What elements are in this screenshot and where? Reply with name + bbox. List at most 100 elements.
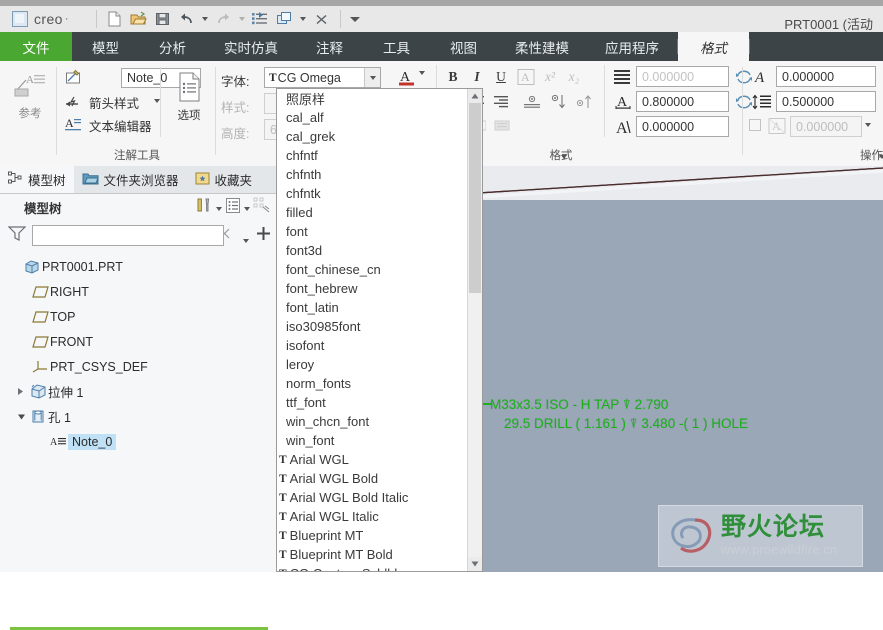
tree-columns-icon[interactable] [225,197,241,217]
tree-settings-icon[interactable] [195,197,213,217]
italic-button[interactable]: I [468,67,486,87]
font-option[interactable]: T Arial WGL [277,450,469,469]
align-right-icon[interactable] [492,92,512,112]
format-group-caret-icon[interactable] [561,155,567,159]
window-dropdown-caret-icon[interactable] [297,8,308,30]
tree-node-note[interactable]: A Note_0 [0,429,277,454]
arrow-style-label[interactable]: 箭头样式 [89,93,139,112]
plus-icon[interactable] [256,226,271,244]
font-option[interactable]: font_latin [277,298,469,317]
font-family-dropdown-list[interactable]: 照原样 cal_alf cal_grek chfntf chfnth chfnt… [276,88,483,572]
hole-note-annotation[interactable]: M33x3.5 ISO - H TAP ⍒ 2.790 29.5 DRILL (… [490,395,748,433]
anchor-down-icon[interactable] [548,92,570,112]
scroll-down-icon[interactable] [468,557,482,571]
model-tree-filter-input[interactable] [32,225,224,246]
tree-node-part[interactable]: PRT0001.PRT [0,254,277,279]
filter-icon[interactable] [7,225,27,245]
options-button[interactable]: 选项 [165,71,213,123]
font-option[interactable]: TCG Century Schlbk [277,564,469,571]
text-margin-icon[interactable]: A [767,116,787,136]
font-dropdown-scroll-thumb[interactable] [469,103,481,293]
font-color-icon[interactable]: A [396,67,418,88]
scroll-up-icon[interactable] [468,89,482,103]
open-file-icon[interactable] [127,8,149,30]
ribbon-tab-live-simulation[interactable]: 实时仿真 [206,32,296,61]
tree-expander-collapsed[interactable] [14,387,28,396]
window-icon[interactable] [273,8,295,30]
font-option[interactable]: cal_grek [277,127,469,146]
vertical-bottom-icon[interactable] [492,117,512,137]
font-option[interactable]: isofont [277,336,469,355]
chevron-down-icon[interactable] [243,232,249,246]
tree-expander-expanded[interactable] [14,413,28,421]
font-family-dropdown-button[interactable] [364,68,380,87]
tree-node-hole[interactable]: 孔 1 [0,404,277,429]
font-option[interactable]: T Arial WGL Bold [277,469,469,488]
subscript-button[interactable]: x₂ [564,67,584,87]
margin-caret-icon[interactable] [865,123,871,127]
ribbon-tab-model[interactable]: 模型 [72,32,139,61]
font-option[interactable]: font_chinese_cn [277,260,469,279]
anchor-up-icon[interactable] [574,92,596,112]
tree-node-csys[interactable]: PRT_CSYS_DEF [0,354,277,379]
save-icon[interactable] [151,8,173,30]
3d-viewport[interactable]: M33x3.5 ISO - H TAP ⍒ 2.790 29.5 DRILL (… [478,166,883,572]
tree-settings-caret-icon[interactable] [216,200,222,214]
navigator-tab-folder-browser[interactable]: 文件夹浏览器 [74,166,187,193]
font-option[interactable]: chfntf [277,146,469,165]
width-factor-input[interactable]: 0.800000 [636,91,729,112]
boxed-text-button[interactable]: A [516,67,536,87]
redo-icon[interactable] [212,8,234,30]
font-option[interactable]: T Arial WGL Bold Italic [277,488,469,507]
tree-columns-caret-icon[interactable] [244,200,250,214]
font-dropdown-scrollbar[interactable] [467,89,482,571]
slant-input[interactable]: 0.000000 [636,116,729,137]
ribbon-tab-view[interactable]: 视图 [430,32,497,61]
font-family-combo[interactable]: T CG Omega [264,67,381,88]
font-option[interactable]: T Arial WGL Italic [277,507,469,526]
superscript-button[interactable]: x² [540,67,560,87]
ribbon-tab-tools[interactable]: 工具 [363,32,430,61]
ribbon-tab-applications[interactable]: 应用程序 [587,32,677,61]
font-option[interactable]: iso30985font [277,317,469,336]
ribbon-tab-annotate[interactable]: 注释 [296,32,363,61]
font-option[interactable]: filled [277,203,469,222]
arrow-style-icon[interactable] [65,94,82,112]
tree-node-top[interactable]: TOP [0,304,277,329]
font-option[interactable]: T Blueprint MT Bold [277,545,469,564]
angle-input[interactable]: 0.000000 [776,66,876,87]
regenerate-icon[interactable] [249,8,271,30]
tree-filter-off-icon[interactable] [253,197,271,217]
tree-node-right[interactable]: RIGHT [0,279,277,304]
font-option[interactable]: ttf_font [277,393,469,412]
font-option[interactable]: T Blueprint MT [277,526,469,545]
references-button[interactable]: A 参考 [6,71,54,121]
text-editor-label[interactable]: 文本编辑器 [89,116,152,135]
undo-icon[interactable] [175,8,197,30]
font-option[interactable]: win_chcn_font [277,412,469,431]
font-option[interactable]: leroy [277,355,469,374]
font-option[interactable]: win_font [277,431,469,450]
ribbon-tab-file[interactable]: 文件 [0,32,72,61]
font-option[interactable]: cal_alf [277,108,469,127]
font-color-caret-icon[interactable] [419,71,425,75]
text-editor-icon[interactable]: A [65,116,82,135]
anchor-middle-icon[interactable] [522,92,542,112]
font-option[interactable]: chfntk [277,184,469,203]
note-edit-icon[interactable] [65,69,82,89]
operations-group-label[interactable]: 操作 [743,147,883,163]
ribbon-tab-flexible-modeling[interactable]: 柔性建模 [497,32,587,61]
operations-group-caret-icon[interactable] [879,155,883,159]
undo-dropdown-caret-icon[interactable] [199,8,210,30]
font-option[interactable]: font [277,222,469,241]
font-option[interactable]: font_hebrew [277,279,469,298]
line-spacing-input[interactable]: 0.000000 [636,66,729,87]
margin-checkbox[interactable] [749,119,761,131]
navigator-tab-favorites[interactable]: 收藏夹 [187,166,261,193]
ribbon-tab-format[interactable]: 格式 [678,32,749,61]
new-file-icon[interactable] [103,8,125,30]
thickness-input[interactable]: 0.500000 [776,91,876,112]
tree-node-extrude[interactable]: 拉伸 1 [0,379,277,404]
qat-overflow-icon[interactable] [349,8,360,30]
bold-button[interactable]: B [444,67,462,87]
